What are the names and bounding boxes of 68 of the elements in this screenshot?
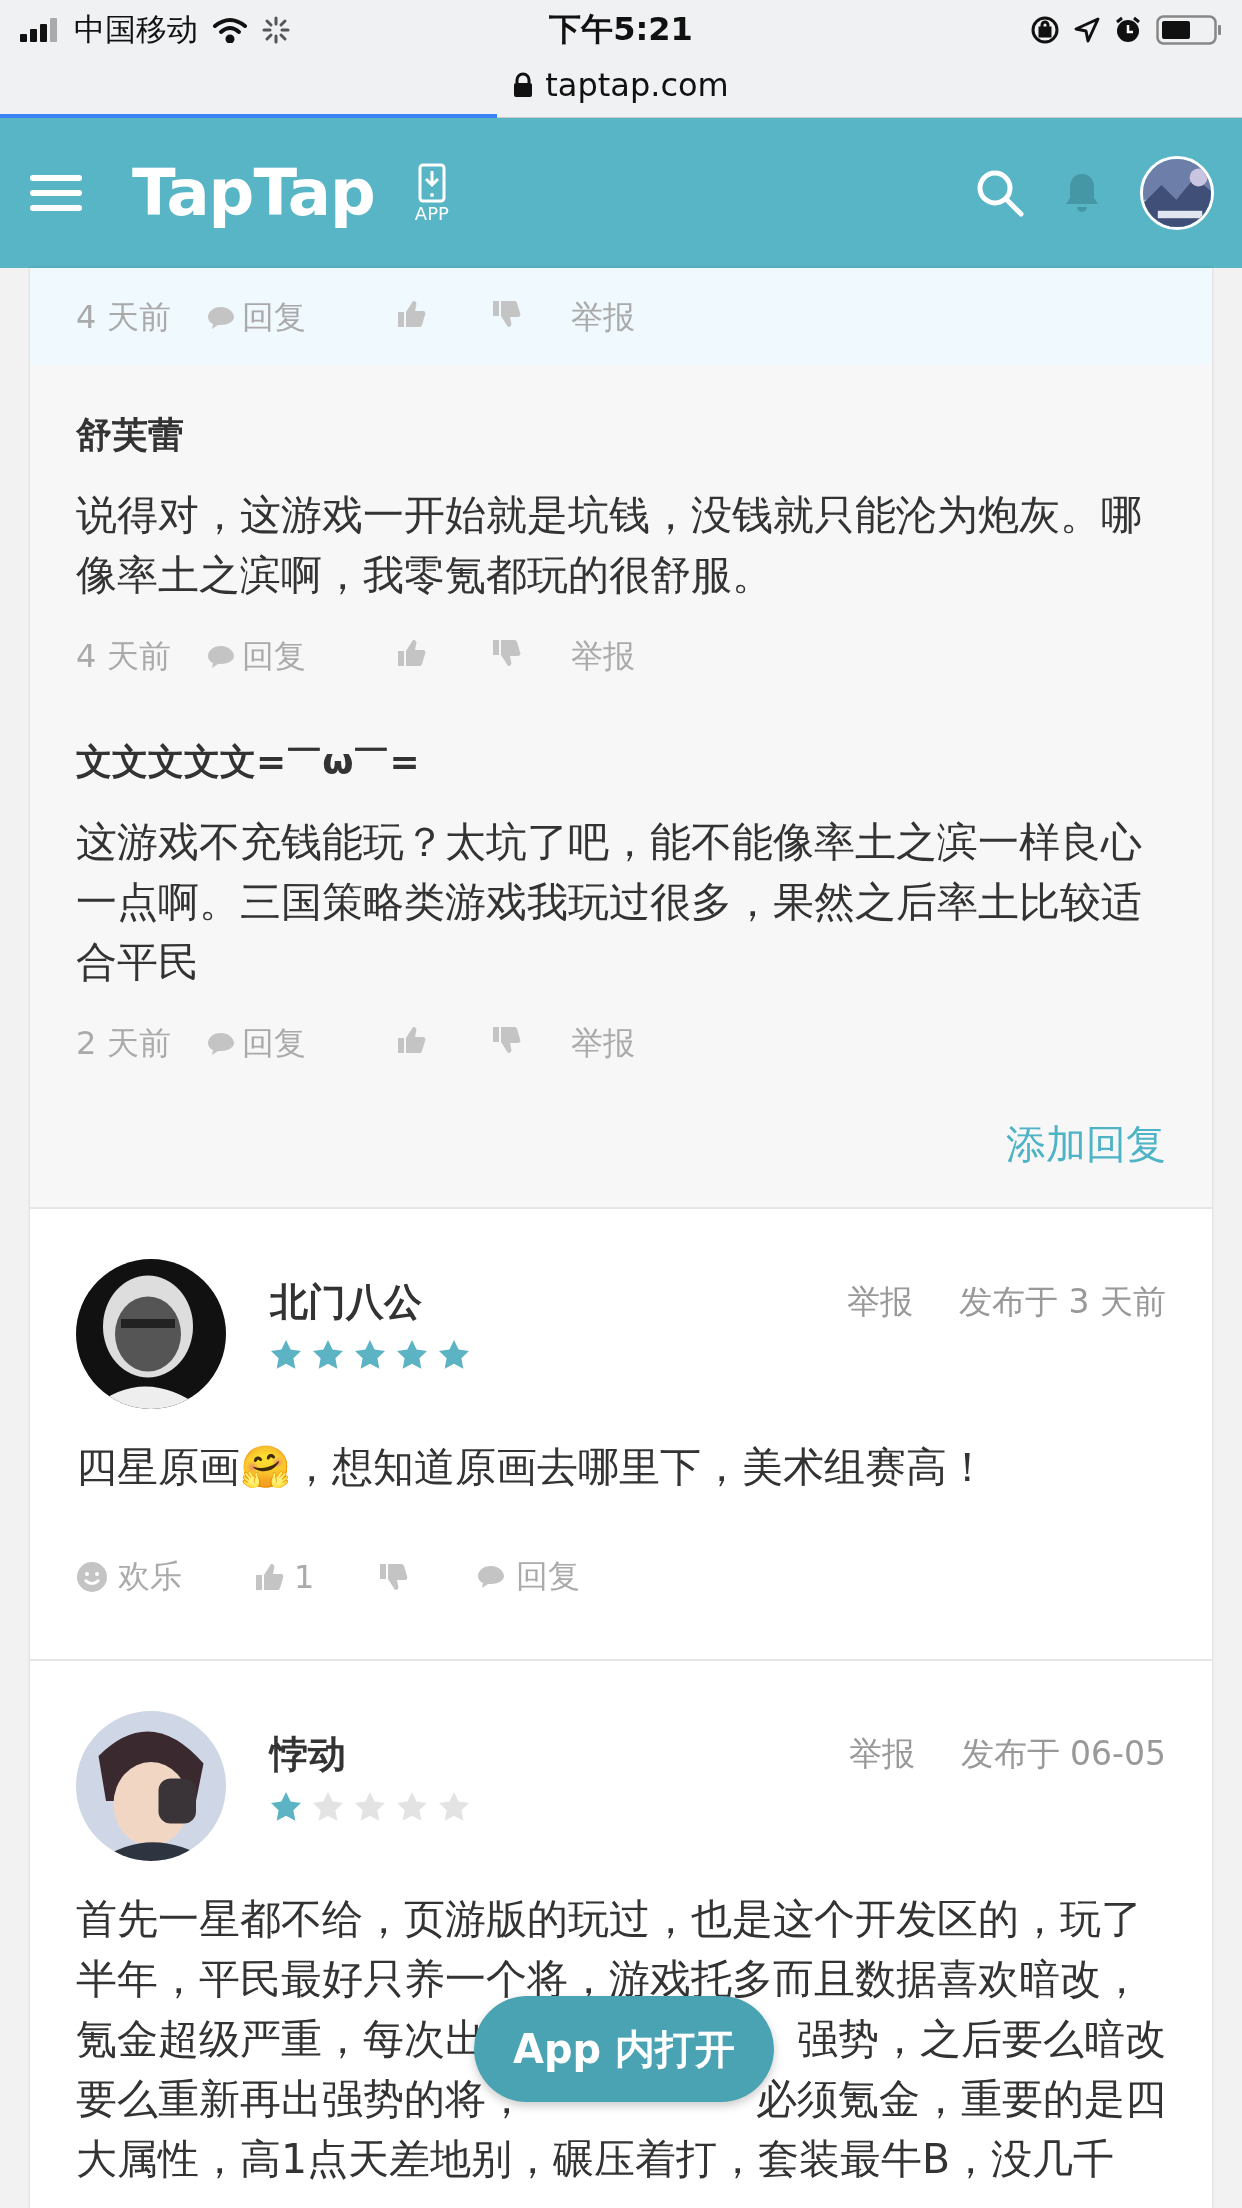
comment-icon <box>206 1031 236 1057</box>
page-url[interactable]: taptap.com <box>545 66 729 104</box>
report-link[interactable]: 举报 <box>571 1022 635 1066</box>
reviewer-name[interactable]: 北门八公 <box>270 1279 847 1325</box>
reviewer-name[interactable]: 悖动 <box>270 1731 849 1777</box>
signal-icon <box>20 18 60 42</box>
star-icon <box>270 1339 302 1371</box>
comment-time: 4 天前 <box>76 636 172 677</box>
rotation-lock-icon <box>1030 15 1060 45</box>
carrier-name: 中国移动 <box>74 10 198 49</box>
reply-link[interactable]: 回复 <box>242 296 306 340</box>
star-icon <box>354 1339 386 1371</box>
thumbs-down-icon[interactable] <box>491 1025 521 1055</box>
star-icon <box>438 1339 470 1371</box>
wifi-icon <box>212 17 248 43</box>
report-link[interactable]: 举报 <box>847 1279 913 1325</box>
search-icon[interactable] <box>976 169 1024 217</box>
reply-link[interactable]: 回复 <box>242 1022 306 1066</box>
menu-icon[interactable] <box>30 175 82 211</box>
thumbs-up-icon[interactable] <box>396 299 426 329</box>
star-icon <box>396 1791 428 1823</box>
report-link[interactable]: 举报 <box>571 296 635 340</box>
location-arrow-icon <box>1074 17 1100 43</box>
report-link[interactable]: 举报 <box>571 635 635 679</box>
review-text: 四星原画🤗，想知道原画去哪里下，美术组赛高！ <box>76 1442 988 1493</box>
thumbs-up-icon[interactable] <box>254 1562 284 1592</box>
lock-icon <box>513 72 534 98</box>
post-date: 发布于 06-05 <box>960 1732 1166 1775</box>
bell-icon[interactable] <box>1064 172 1100 214</box>
star-icon <box>354 1791 386 1823</box>
add-reply-link[interactable]: 添加回复 <box>1006 1114 1166 1174</box>
review-text: 强势，之后要么暗改 <box>797 2014 1166 2065</box>
battery-icon <box>1156 15 1222 45</box>
like-count: 1 <box>294 1558 315 1596</box>
report-link[interactable]: 举报 <box>848 1731 915 1777</box>
commenter-name[interactable]: 舒芙蕾 <box>76 410 1166 460</box>
comment-text: 说得对，这游戏一开始就是坑钱，没钱就只能沦为炮灰。哪像率土之滨啊，我零氪都玩的很舒服。 <box>76 490 1143 601</box>
thumbs-up-icon[interactable] <box>396 1025 426 1055</box>
smiley-icon <box>76 1561 108 1593</box>
comment-time: 2 天前 <box>76 1023 172 1064</box>
reply-link[interactable]: 回复 <box>242 635 306 679</box>
loading-spinner-icon <box>262 16 290 44</box>
comment-icon <box>476 1564 506 1590</box>
star-icon <box>312 1791 344 1823</box>
app-label[interactable]: APP <box>414 202 449 224</box>
comment-icon <box>206 305 236 331</box>
comment-icon <box>206 644 236 670</box>
comment-text: 这游戏不充钱能玩？太坑了吧，能不能像率土之滨一样良心一点啊。三国策略类游戏我玩过很多，果然之后率土比较适合平民 <box>76 817 1143 988</box>
alarm-clock-icon <box>1114 16 1142 44</box>
review-text: 首先一星都不给，页游版的玩过，也是这个开发区的，玩了 <box>76 1894 1142 1945</box>
mood-label: 欢乐 <box>118 1556 182 1597</box>
star-icon <box>270 1791 302 1823</box>
star-icon <box>312 1339 344 1371</box>
clock-time: 下午5:21 <box>549 9 693 50</box>
thumbs-up-icon[interactable] <box>396 638 426 668</box>
comment-time: 4 天前 <box>76 297 172 338</box>
commenter-name[interactable]: 文文文文文=￣ω￣= <box>76 737 1166 787</box>
star-icon <box>396 1339 428 1371</box>
review-text: 大属性，高1点天差地别，碾压着打，套装最牛B，没几千 <box>76 2134 1115 2185</box>
thumbs-down-icon[interactable] <box>491 299 521 329</box>
taptap-logo[interactable]: TapTap <box>132 156 375 230</box>
post-date: 发布于 3 天前 <box>959 1280 1166 1323</box>
phone-download-icon[interactable] <box>417 162 446 203</box>
thumbs-down-icon[interactable] <box>378 1562 408 1592</box>
star-icon <box>438 1791 470 1823</box>
thumbs-down-icon[interactable] <box>491 638 521 668</box>
user-avatar[interactable] <box>1140 156 1214 230</box>
reply-link[interactable]: 回复 <box>516 1555 580 1599</box>
